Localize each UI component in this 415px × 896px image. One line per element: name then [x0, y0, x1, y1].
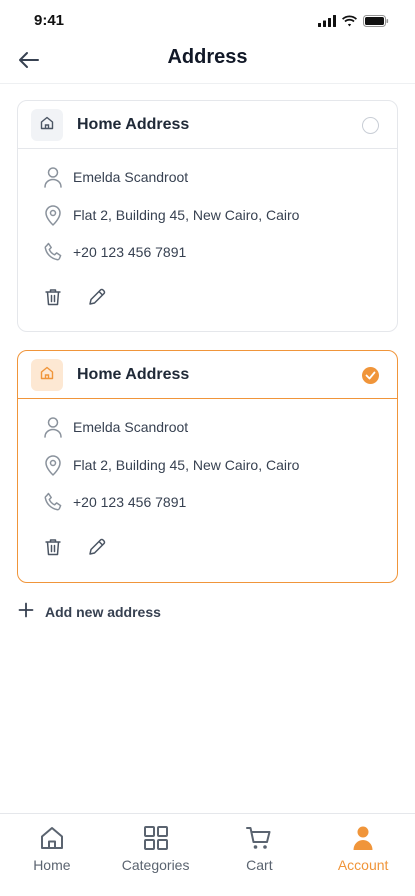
address-card-header: Home Address [18, 351, 397, 399]
status-icons [318, 14, 389, 32]
address-card-title: Home Address [77, 366, 190, 383]
tab-categories[interactable]: Categories [104, 814, 208, 896]
grid-icon [142, 824, 170, 852]
tab-label: Categories [121, 857, 190, 873]
cart-icon [245, 824, 273, 852]
tab-cart[interactable]: Cart [208, 814, 312, 896]
edit-button[interactable] [86, 536, 108, 558]
delete-button[interactable] [42, 536, 64, 558]
wifi-icon [341, 14, 358, 32]
phone-row: +20 123 456 7891 [42, 240, 186, 264]
phone-icon [42, 240, 64, 264]
delete-button[interactable] [42, 286, 64, 308]
battery-icon [363, 14, 389, 32]
bottom-tab-bar: Home Categories Cart Account [0, 813, 415, 896]
plus-icon [18, 602, 34, 623]
user-icon [42, 165, 64, 189]
user-icon [349, 824, 377, 852]
contact-name-row: Emelda Scandroot [42, 415, 188, 439]
card-actions [42, 286, 108, 308]
home-badge [31, 359, 63, 391]
contact-name-row: Emelda Scandroot [42, 165, 188, 189]
address-card[interactable]: Home Address Emelda Scandroot Flat 2, Bu… [17, 100, 398, 332]
tab-label: Cart [246, 857, 273, 873]
contact-name: Emelda Scandroot [73, 419, 189, 435]
header: Address [0, 40, 415, 84]
cellular-signal-icon [318, 14, 336, 32]
phone-number: +20 123 456 7891 [73, 494, 187, 510]
address-radio[interactable] [362, 117, 379, 134]
address-text: Flat 2, Building 45, New Cairo, Cairo [73, 457, 300, 473]
home-icon [39, 115, 55, 136]
contact-name: Emelda Scandroot [73, 169, 189, 185]
address-card-title: Home Address [77, 116, 190, 133]
tab-label: Account [337, 857, 389, 873]
home-badge [31, 109, 63, 141]
tab-label: Home [33, 857, 71, 873]
address-row: Flat 2, Building 45, New Cairo, Cairo [42, 453, 299, 477]
card-actions [42, 536, 108, 558]
tab-account[interactable]: Account [311, 814, 415, 896]
status-bar: 9:41 [0, 0, 415, 40]
phone-icon [42, 490, 64, 514]
page-title: Address [167, 46, 248, 68]
address-radio-checked[interactable] [362, 367, 379, 384]
edit-button[interactable] [86, 286, 108, 308]
location-pin-icon [42, 453, 64, 477]
phone-number: +20 123 456 7891 [73, 244, 187, 260]
tab-home[interactable]: Home [0, 814, 104, 896]
address-card-header: Home Address [18, 101, 397, 149]
status-time: 9:41 [34, 12, 65, 29]
address-card-selected[interactable]: Home Address Emelda Scandroot Flat 2, Bu… [17, 350, 398, 583]
check-icon [365, 367, 376, 385]
phone-row: +20 123 456 7891 [42, 490, 186, 514]
home-icon [38, 824, 66, 852]
address-text: Flat 2, Building 45, New Cairo, Cairo [73, 207, 300, 223]
add-new-address-label: Add new address [45, 604, 161, 620]
address-row: Flat 2, Building 45, New Cairo, Cairo [42, 203, 299, 227]
user-icon [42, 415, 64, 439]
add-new-address-button[interactable]: Add new address [18, 602, 161, 622]
location-pin-icon [42, 203, 64, 227]
home-icon [39, 365, 55, 386]
